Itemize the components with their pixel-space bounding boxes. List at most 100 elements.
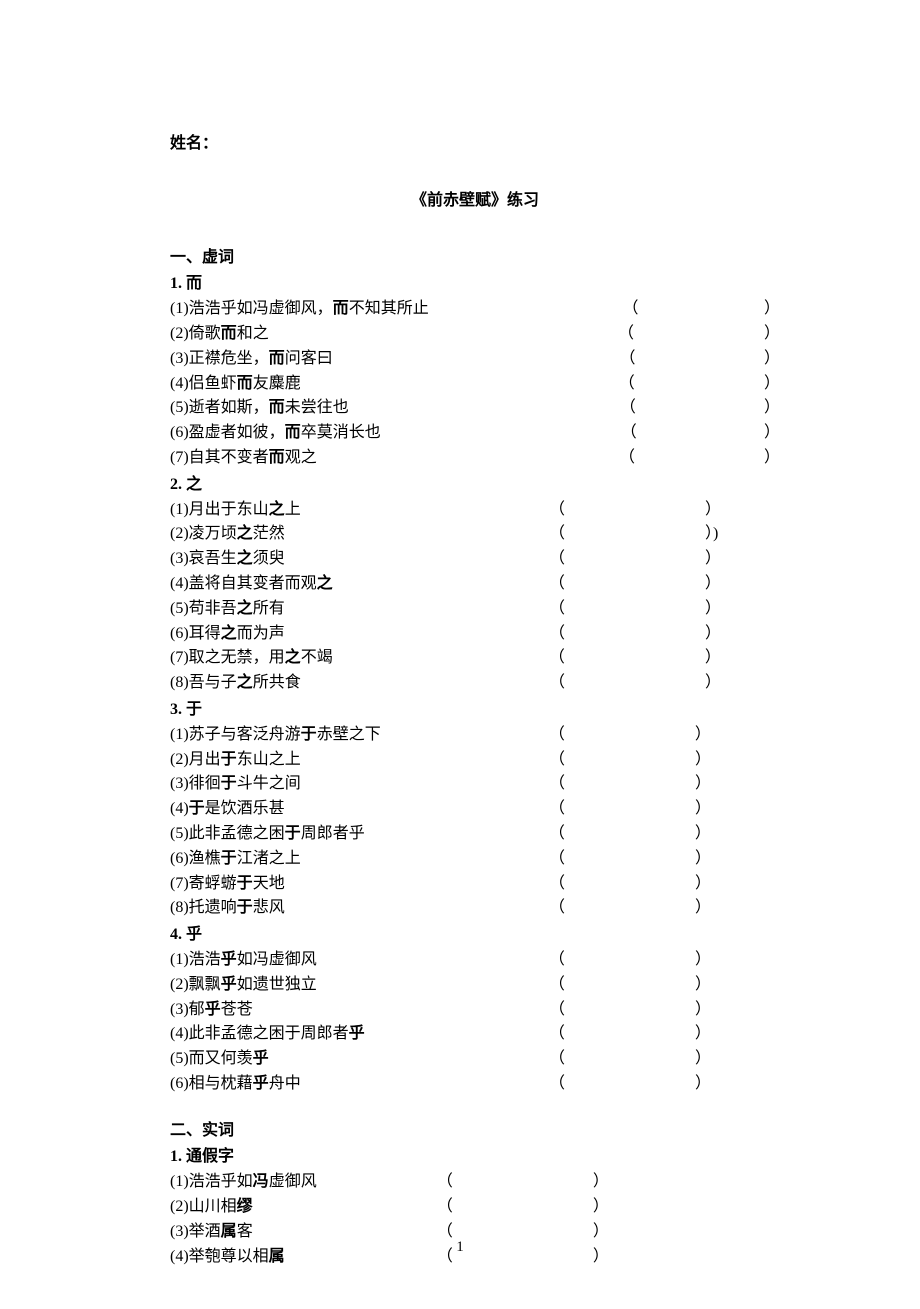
answer-blank[interactable] (565, 748, 695, 773)
document-title: 《前赤壁赋》练习 (170, 189, 780, 214)
item-text: (3)徘徊于斗牛之间 (170, 772, 301, 797)
paren-close: ） (705, 547, 721, 572)
paren-close: ） (764, 396, 780, 421)
answer-blank[interactable] (565, 1022, 695, 1047)
exercise-item: (2)山川相缪（） (170, 1195, 780, 1220)
item-text: (1)苏子与客泛舟游于赤壁之下 (170, 723, 381, 748)
answer-blank[interactable] (565, 847, 695, 872)
answer-blank[interactable] (565, 948, 695, 973)
exercise-item: (4)侣鱼虾而友麋鹿（） (170, 372, 780, 397)
answer-blank[interactable] (635, 372, 764, 397)
paren-open: （ (549, 547, 565, 572)
paren-close: ） (695, 948, 711, 973)
exercise-item: (4)此非孟德之困于周郎者乎 （ ） (170, 1022, 780, 1047)
exercise-item: (8)吾与子之所共食（） (170, 671, 780, 696)
item-text: (8)吾与子之所共食 (170, 671, 301, 696)
answer-blank[interactable] (565, 597, 705, 622)
exercise-item: (5)逝者如斯，而未尝往也（） (170, 396, 780, 421)
item-text: (1)月出于东山之上 (170, 498, 301, 523)
answer-blank[interactable] (637, 421, 764, 446)
group-heading: 1. 通假字 (170, 1145, 780, 1170)
paren-open: （ (549, 1072, 565, 1097)
exercise-item: (1)浩浩乎如冯虚御风（） (170, 948, 780, 973)
answer-blank[interactable] (636, 396, 764, 421)
item-text: (7)寄蜉蝣于天地 (170, 872, 285, 897)
exercise-item: (1)浩浩乎如冯虚御风，而不知其所止（） (170, 297, 780, 322)
item-text: (4)侣鱼虾而友麋鹿 (170, 372, 301, 397)
paren-close: ） (705, 572, 721, 597)
exercise-item: (4)于是饮酒乐甚（） (170, 797, 780, 822)
item-text: (4)此非孟德之困于周郎者乎 (170, 1022, 365, 1047)
answer-blank[interactable] (565, 1047, 695, 1072)
answer-blank[interactable] (565, 671, 705, 696)
item-text: (8)托遗响于悲风 (170, 896, 285, 921)
exercise-item: (6)渔樵于江渚之上（） (170, 847, 780, 872)
answer-blank[interactable] (565, 572, 705, 597)
paren-close: ） (695, 822, 711, 847)
name-label: 姓名： (170, 132, 780, 157)
paren-close: ） (705, 671, 721, 696)
paren-open: （ (549, 847, 565, 872)
answer-blank[interactable] (565, 498, 705, 523)
exercise-item: (3)哀吾生之须臾（） (170, 547, 780, 572)
exercise-item: (4)盖将自其变者而观之（） (170, 572, 780, 597)
paren-close: ） (695, 847, 711, 872)
answer-blank[interactable] (453, 1195, 593, 1220)
answer-blank[interactable] (635, 347, 764, 372)
paren-open: （ (549, 872, 565, 897)
item-text: (5)此非孟德之困于周郎者乎 (170, 822, 365, 847)
paren-close: ） (705, 597, 721, 622)
exercise-item: (5)此非孟德之困于周郎者乎 （ ） (170, 822, 780, 847)
paren-open: （ (549, 748, 565, 773)
item-text: (7)取之无禁，用之不竭 (170, 646, 333, 671)
answer-blank[interactable] (565, 797, 695, 822)
answer-blank[interactable] (639, 297, 764, 322)
answer-blank[interactable] (565, 646, 705, 671)
item-text: (1)浩浩乎如冯虚御风 (170, 948, 317, 973)
item-text: (6)相与枕藉乎舟中 (170, 1072, 301, 1097)
answer-blank[interactable] (565, 547, 705, 572)
item-text: (5)逝者如斯，而未尝往也 (170, 396, 349, 421)
exercise-item: (2)倚歌而和之（） (170, 322, 780, 347)
answer-blank[interactable] (565, 872, 695, 897)
paren-open: （ (549, 622, 565, 647)
paren-close: ） (695, 998, 711, 1023)
answer-blank[interactable] (565, 622, 705, 647)
paren-close: ） (705, 622, 721, 647)
item-text: (7)自其不变者而观之 (170, 446, 317, 471)
answer-blank[interactable] (565, 998, 695, 1023)
paren-open: （ (549, 822, 565, 847)
item-text: (1)浩浩乎如冯虚御风，而不知其所止 (170, 297, 429, 322)
paren-close: ） (695, 1022, 711, 1047)
group-heading: 4. 乎 (170, 923, 780, 948)
group-heading: 2. 之 (170, 473, 780, 498)
exercise-item: (3)郁乎苍苍（） (170, 998, 780, 1023)
exercise-item: (6)盈虚者如彼，而卒莫消长也（） (170, 421, 780, 446)
answer-blank[interactable] (565, 973, 695, 998)
answer-blank[interactable] (565, 822, 695, 847)
answer-blank[interactable] (565, 896, 695, 921)
item-text: (3)正襟危坐，而问客曰 (170, 347, 333, 372)
answer-blank[interactable] (565, 522, 705, 547)
paren-close: ） (593, 1170, 609, 1195)
answer-blank[interactable] (565, 723, 695, 748)
paren-open: （ (437, 1170, 453, 1195)
section-heading: 一、虚词 (170, 246, 780, 271)
answer-blank[interactable] (634, 322, 764, 347)
exercise-item: (6)耳得之而为声（） (170, 622, 780, 647)
paren-open: （ (549, 998, 565, 1023)
paren-open: （ (549, 772, 565, 797)
item-text: (1)浩浩乎如冯虚御风 (170, 1170, 317, 1195)
answer-blank[interactable] (635, 446, 764, 471)
answer-blank[interactable] (565, 772, 695, 797)
item-text: (4)盖将自其变者而观之 (170, 572, 333, 597)
answer-blank[interactable] (565, 1072, 695, 1097)
paren-close: ） (695, 797, 711, 822)
answer-blank[interactable] (453, 1170, 593, 1195)
exercise-item: (3)正襟危坐，而问客曰（） (170, 347, 780, 372)
exercise-item: (1)苏子与客泛舟游于赤壁之下（） (170, 723, 780, 748)
paren-open: （ (549, 1022, 565, 1047)
exercise-item: (5)苟非吾之所有（） (170, 597, 780, 622)
exercise-item: (7)寄蜉蝣于天地（） (170, 872, 780, 897)
item-text: (4)于是饮酒乐甚 (170, 797, 285, 822)
